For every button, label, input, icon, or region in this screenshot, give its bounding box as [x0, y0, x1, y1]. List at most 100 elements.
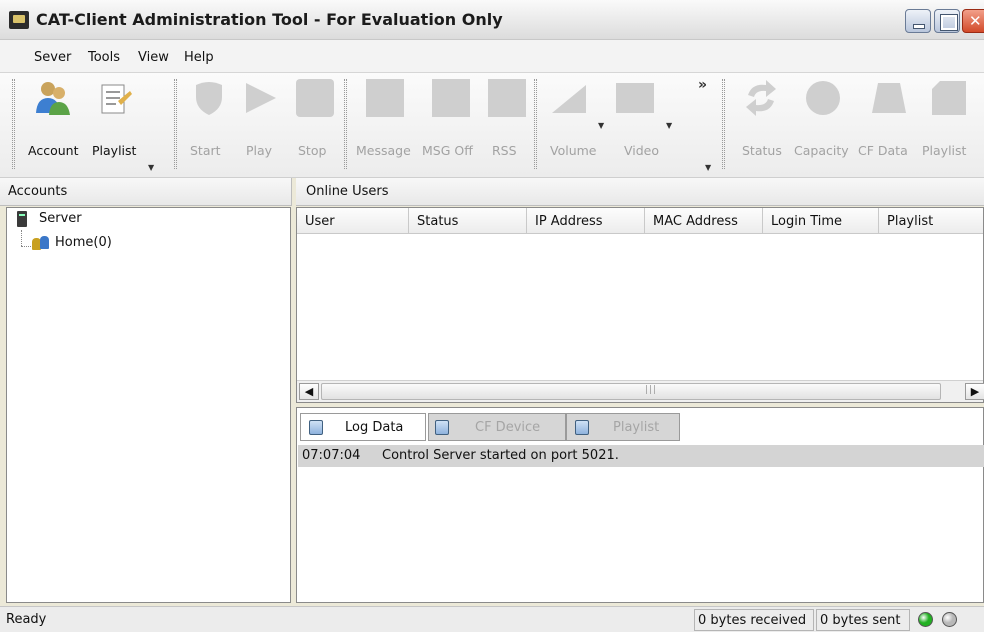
status-button: Status [736, 79, 788, 171]
menu-bar: Sever Tools View Help [0, 40, 984, 73]
maximize-button[interactable] [934, 9, 960, 33]
rss-icon [488, 79, 526, 117]
title-bar: CAT-Client Administration Tool - For Eva… [0, 0, 984, 40]
account-label: Account [28, 143, 79, 158]
account-button[interactable]: Account [26, 79, 90, 171]
status-ready: Ready [6, 612, 47, 627]
log-data-icon [309, 420, 323, 435]
toolbar-grip[interactable] [174, 79, 177, 169]
column-header-mac-address[interactable]: MAC Address [645, 208, 763, 234]
cf-data-button: CF Data [858, 79, 916, 171]
shield-icon [196, 82, 222, 115]
stop-label: Stop [298, 143, 327, 158]
msg-off-button: MSG Off [422, 79, 480, 171]
message-icon [366, 79, 404, 117]
window-title: CAT-Client Administration Tool - For Eva… [36, 10, 503, 29]
play-button: Play [238, 79, 284, 171]
scroll-thumb[interactable] [321, 383, 941, 400]
video-label: Video [624, 143, 660, 158]
column-header-playlist[interactable]: Playlist [879, 208, 983, 234]
video-dropdown-arrow: ▼ [666, 121, 673, 130]
video-button: ▼ Video [614, 79, 674, 171]
menu-tools[interactable]: Tools [88, 50, 120, 65]
scroll-left-button[interactable]: ◀ [299, 383, 319, 400]
message-label: Message [356, 143, 411, 158]
toolbar-grip[interactable] [722, 79, 725, 169]
playlist-icon [101, 84, 132, 114]
scroll-grip-icon: ||| [645, 385, 658, 395]
toolbar-overflow-chevron[interactable]: » [698, 77, 707, 93]
close-button[interactable] [962, 9, 984, 33]
playlist-icon [932, 81, 966, 115]
tree-node-server[interactable]: Server [39, 211, 82, 226]
message-button: Message [356, 79, 420, 171]
log-panel: Log Data CF Device Playlist 07:07:04 Con… [296, 407, 984, 603]
column-header-status[interactable]: Status [409, 208, 527, 234]
log-entry: 07:07:04 Control Server started on port … [298, 445, 984, 467]
bytes-sent-panel: 0 bytes sent [816, 609, 910, 631]
connection-led-gray-icon [942, 612, 957, 627]
accounts-header: Accounts [0, 178, 292, 206]
online-users-header: Online Users [296, 178, 984, 206]
capacity-icon [806, 81, 840, 115]
bytes-received-panel: 0 bytes received [694, 609, 814, 631]
connection-led-green-icon [918, 612, 933, 627]
scroll-right-button[interactable]: ▶ [965, 383, 984, 400]
column-header-login-time[interactable]: Login Time [763, 208, 879, 234]
playlist-status-button: Playlist [920, 79, 978, 171]
online-users-table[interactable]: User Status IP Address MAC Address Login… [296, 207, 984, 403]
msg-off-label: MSG Off [422, 143, 473, 158]
playlist-dropdown-arrow[interactable]: ▼ [148, 163, 154, 172]
log-time: 07:07:04 [302, 448, 361, 463]
horizontal-scrollbar[interactable]: ◀ ||| ▶ [297, 380, 984, 402]
online-users-title: Online Users [306, 184, 389, 199]
message-off-icon [432, 79, 470, 117]
users-icon [36, 82, 70, 115]
status-label: Status [742, 143, 782, 158]
cf-data-label: CF Data [858, 143, 908, 158]
log-message: Control Server started on port 5021. [382, 448, 619, 463]
toolbar-grip[interactable] [12, 79, 15, 169]
tab-cf-device[interactable]: CF Device [428, 413, 566, 441]
video-icon [616, 83, 654, 113]
play-icon [246, 83, 276, 113]
column-header-ip-address[interactable]: IP Address [527, 208, 645, 234]
bytes-sent: 0 bytes sent [820, 613, 901, 628]
cf-card-icon [872, 83, 906, 113]
status-bar: Ready 0 bytes received 0 bytes sent [0, 606, 984, 632]
start-label: Start [190, 143, 221, 158]
play-label: Play [246, 143, 273, 158]
volume-dropdown-arrow: ▼ [598, 121, 605, 130]
tab-playlist[interactable]: Playlist [566, 413, 680, 441]
tab-log-data[interactable]: Log Data [300, 413, 426, 441]
cf-device-icon [435, 420, 449, 435]
start-button: Start [186, 79, 234, 171]
column-header-user[interactable]: User [297, 208, 409, 234]
playlist-tab-icon [575, 420, 589, 435]
menu-server[interactable]: Sever [34, 50, 71, 65]
accounts-title: Accounts [8, 184, 68, 199]
playlist-status-label: Playlist [922, 143, 967, 158]
bytes-received: 0 bytes received [698, 613, 807, 628]
menu-help[interactable]: Help [184, 50, 214, 65]
rss-button: RSS [488, 79, 528, 171]
volume-icon [552, 85, 586, 113]
refresh-icon [746, 80, 776, 116]
volume-label: Volume [550, 143, 597, 158]
playlist-button[interactable]: Playlist ▼ [90, 79, 154, 172]
menu-view[interactable]: View [138, 50, 169, 65]
toolbar-grip[interactable] [344, 79, 347, 169]
tree-connector [21, 230, 22, 246]
tree-connector [21, 246, 31, 247]
stop-button: Stop [294, 79, 338, 171]
minimize-button[interactable] [905, 9, 931, 33]
rss-label: RSS [492, 143, 517, 158]
toolbar-grip[interactable] [534, 79, 537, 169]
volume-button: ▼ Volume [546, 79, 608, 171]
app-icon [9, 11, 29, 29]
toolbar-dropdown-arrow[interactable]: ▼ [705, 163, 711, 172]
stop-icon [296, 79, 334, 117]
accounts-tree[interactable]: Server Home(0) [6, 207, 291, 603]
tree-node-home[interactable]: Home(0) [55, 235, 112, 250]
server-icon [17, 211, 27, 227]
